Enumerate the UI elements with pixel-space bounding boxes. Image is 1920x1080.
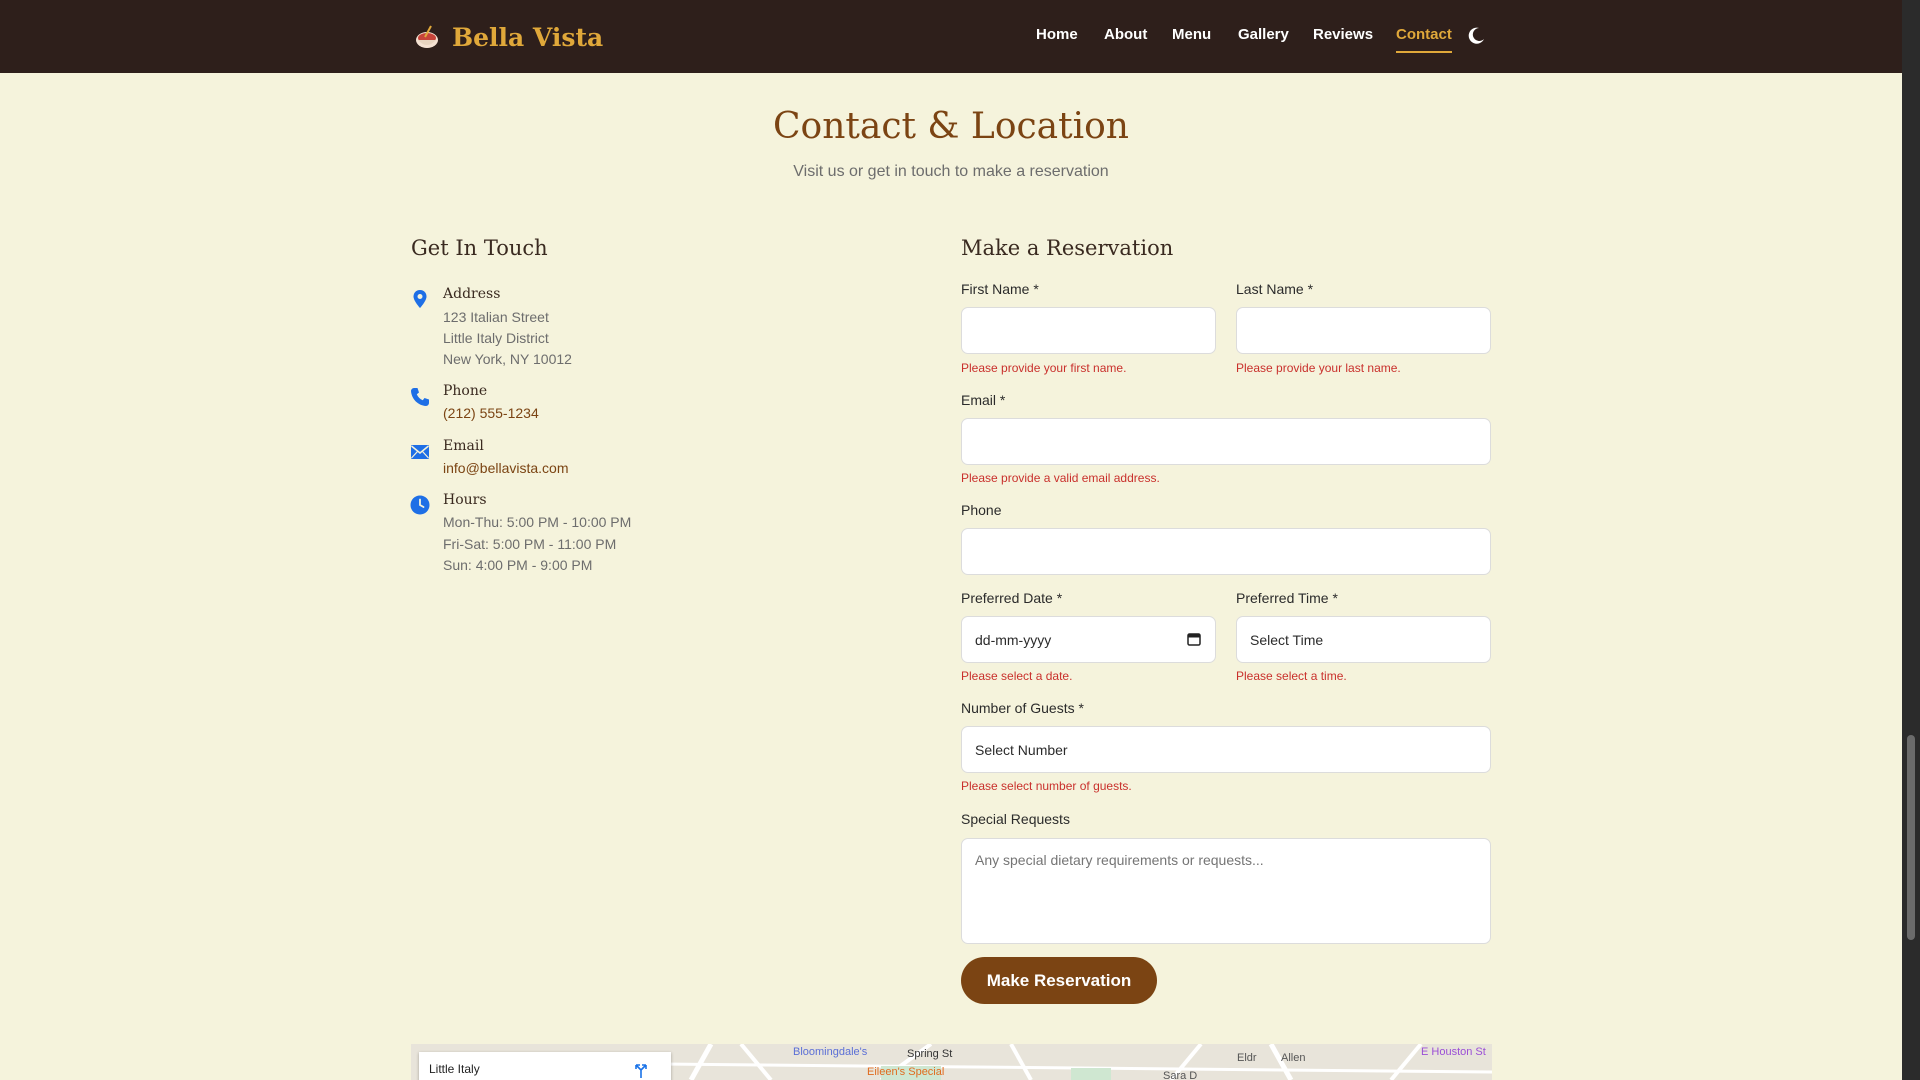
- first-name-error: Please provide your first name.: [961, 361, 1127, 375]
- nav-link-contact[interactable]: Contact: [1396, 26, 1452, 53]
- dark-mode-moon-icon[interactable]: [1466, 26, 1486, 46]
- first-name-label: First Name *: [961, 281, 1039, 297]
- map-label-bloomingdales[interactable]: Bloomingdale's: [793, 1046, 867, 1058]
- map-label-sara-d: Sara D: [1163, 1070, 1198, 1080]
- address-line-3: New York, NY 10012: [443, 351, 572, 367]
- phone-label: Phone: [443, 383, 488, 399]
- hours-line-2: Fri-Sat: 5:00 PM - 11:00 PM: [443, 536, 617, 552]
- special-requests-textarea[interactable]: [961, 838, 1491, 944]
- envelope-icon: [411, 445, 429, 459]
- location-map[interactable]: Bloomingdale's Spring St Eileen's Specia…: [411, 1044, 1492, 1080]
- clock-icon: [410, 495, 430, 515]
- requests-label: Special Requests: [961, 811, 1070, 827]
- map-label-spring-st[interactable]: Spring St: [907, 1048, 952, 1060]
- email-link[interactable]: info@bellavista.com: [443, 460, 569, 476]
- nav-link-about[interactable]: About: [1104, 26, 1147, 43]
- guests-label: Number of Guests *: [961, 700, 1084, 716]
- navbar: Bella Vista Home About Menu Gallery Revi…: [0, 0, 1902, 73]
- time-select[interactable]: Select Time: [1236, 616, 1491, 663]
- date-placeholder: dd-mm-yyyy: [975, 632, 1052, 648]
- nav-link-reviews[interactable]: Reviews: [1313, 26, 1373, 43]
- email-input[interactable]: [961, 418, 1491, 465]
- time-label: Preferred Time *: [1236, 590, 1338, 606]
- reservation-title: Make a Reservation: [961, 236, 1174, 260]
- nav-link-gallery[interactable]: Gallery: [1238, 26, 1289, 43]
- directions-icon[interactable]: [633, 1062, 649, 1078]
- last-name-error: Please provide your last name.: [1236, 361, 1401, 375]
- section-title: Contact & Location: [773, 106, 1129, 147]
- nav-link-contact-label: Contact: [1396, 26, 1452, 43]
- email-error: Please provide a valid email address.: [961, 471, 1160, 485]
- date-label: Preferred Date *: [961, 590, 1063, 606]
- phone-field-label: Phone: [961, 502, 1002, 518]
- page-scrollbar[interactable]: [1902, 0, 1920, 1080]
- guests-select[interactable]: Select Number: [961, 726, 1491, 773]
- guests-selected-value: Select Number: [975, 741, 1068, 758]
- date-input[interactable]: dd-mm-yyyy: [961, 616, 1216, 663]
- map-place-name: Little Italy: [429, 1062, 480, 1076]
- brand-name: Bella Vista: [452, 22, 604, 52]
- last-name-input[interactable]: [1236, 307, 1491, 354]
- map-label-eileens-special[interactable]: Eileen's Special: [867, 1066, 944, 1078]
- calendar-icon[interactable]: [1187, 632, 1201, 646]
- time-selected-value: Select Time: [1250, 631, 1324, 648]
- hours-label: Hours: [443, 492, 487, 508]
- guests-error: Please select number of guests.: [961, 779, 1132, 793]
- brand[interactable]: Bella Vista: [412, 20, 603, 54]
- hours-line-1: Mon-Thu: 5:00 PM - 10:00 PM: [443, 514, 632, 530]
- scrollbar-thumb[interactable]: [1907, 735, 1915, 940]
- email-label: Email: [443, 438, 484, 454]
- email-field-label: Email *: [961, 392, 1006, 408]
- get-in-touch-title: Get In Touch: [411, 236, 548, 260]
- map-pin-icon: [413, 290, 427, 308]
- first-name-input[interactable]: [961, 307, 1216, 354]
- phone-link[interactable]: (212) 555-1234: [443, 405, 539, 421]
- date-error: Please select a date.: [961, 669, 1073, 683]
- map-label-e-houston-st[interactable]: E Houston St: [1421, 1046, 1486, 1058]
- last-name-label: Last Name *: [1236, 281, 1314, 297]
- make-reservation-button[interactable]: Make Reservation: [961, 957, 1157, 1004]
- nav-link-home[interactable]: Home: [1036, 26, 1078, 43]
- address-label: Address: [443, 286, 501, 302]
- time-error: Please select a time.: [1236, 669, 1347, 683]
- section-subtitle: Visit us or get in touch to make a reser…: [793, 163, 1109, 180]
- phone-icon: [411, 388, 429, 406]
- address-line-2: Little Italy District: [443, 330, 549, 346]
- map-label-allen: Allen: [1281, 1052, 1306, 1064]
- nav-link-menu[interactable]: Menu: [1172, 26, 1211, 43]
- hours-line-3: Sun: 4:00 PM - 9:00 PM: [443, 557, 593, 573]
- map-place-card[interactable]: Little Italy: [419, 1052, 671, 1080]
- address-line-1: 123 Italian Street: [443, 309, 549, 325]
- phone-input[interactable]: [961, 528, 1491, 575]
- pasta-bowl-icon: [416, 25, 438, 48]
- active-nav-underline: [1396, 51, 1452, 53]
- map-label-eldr: Eldr: [1237, 1052, 1257, 1064]
